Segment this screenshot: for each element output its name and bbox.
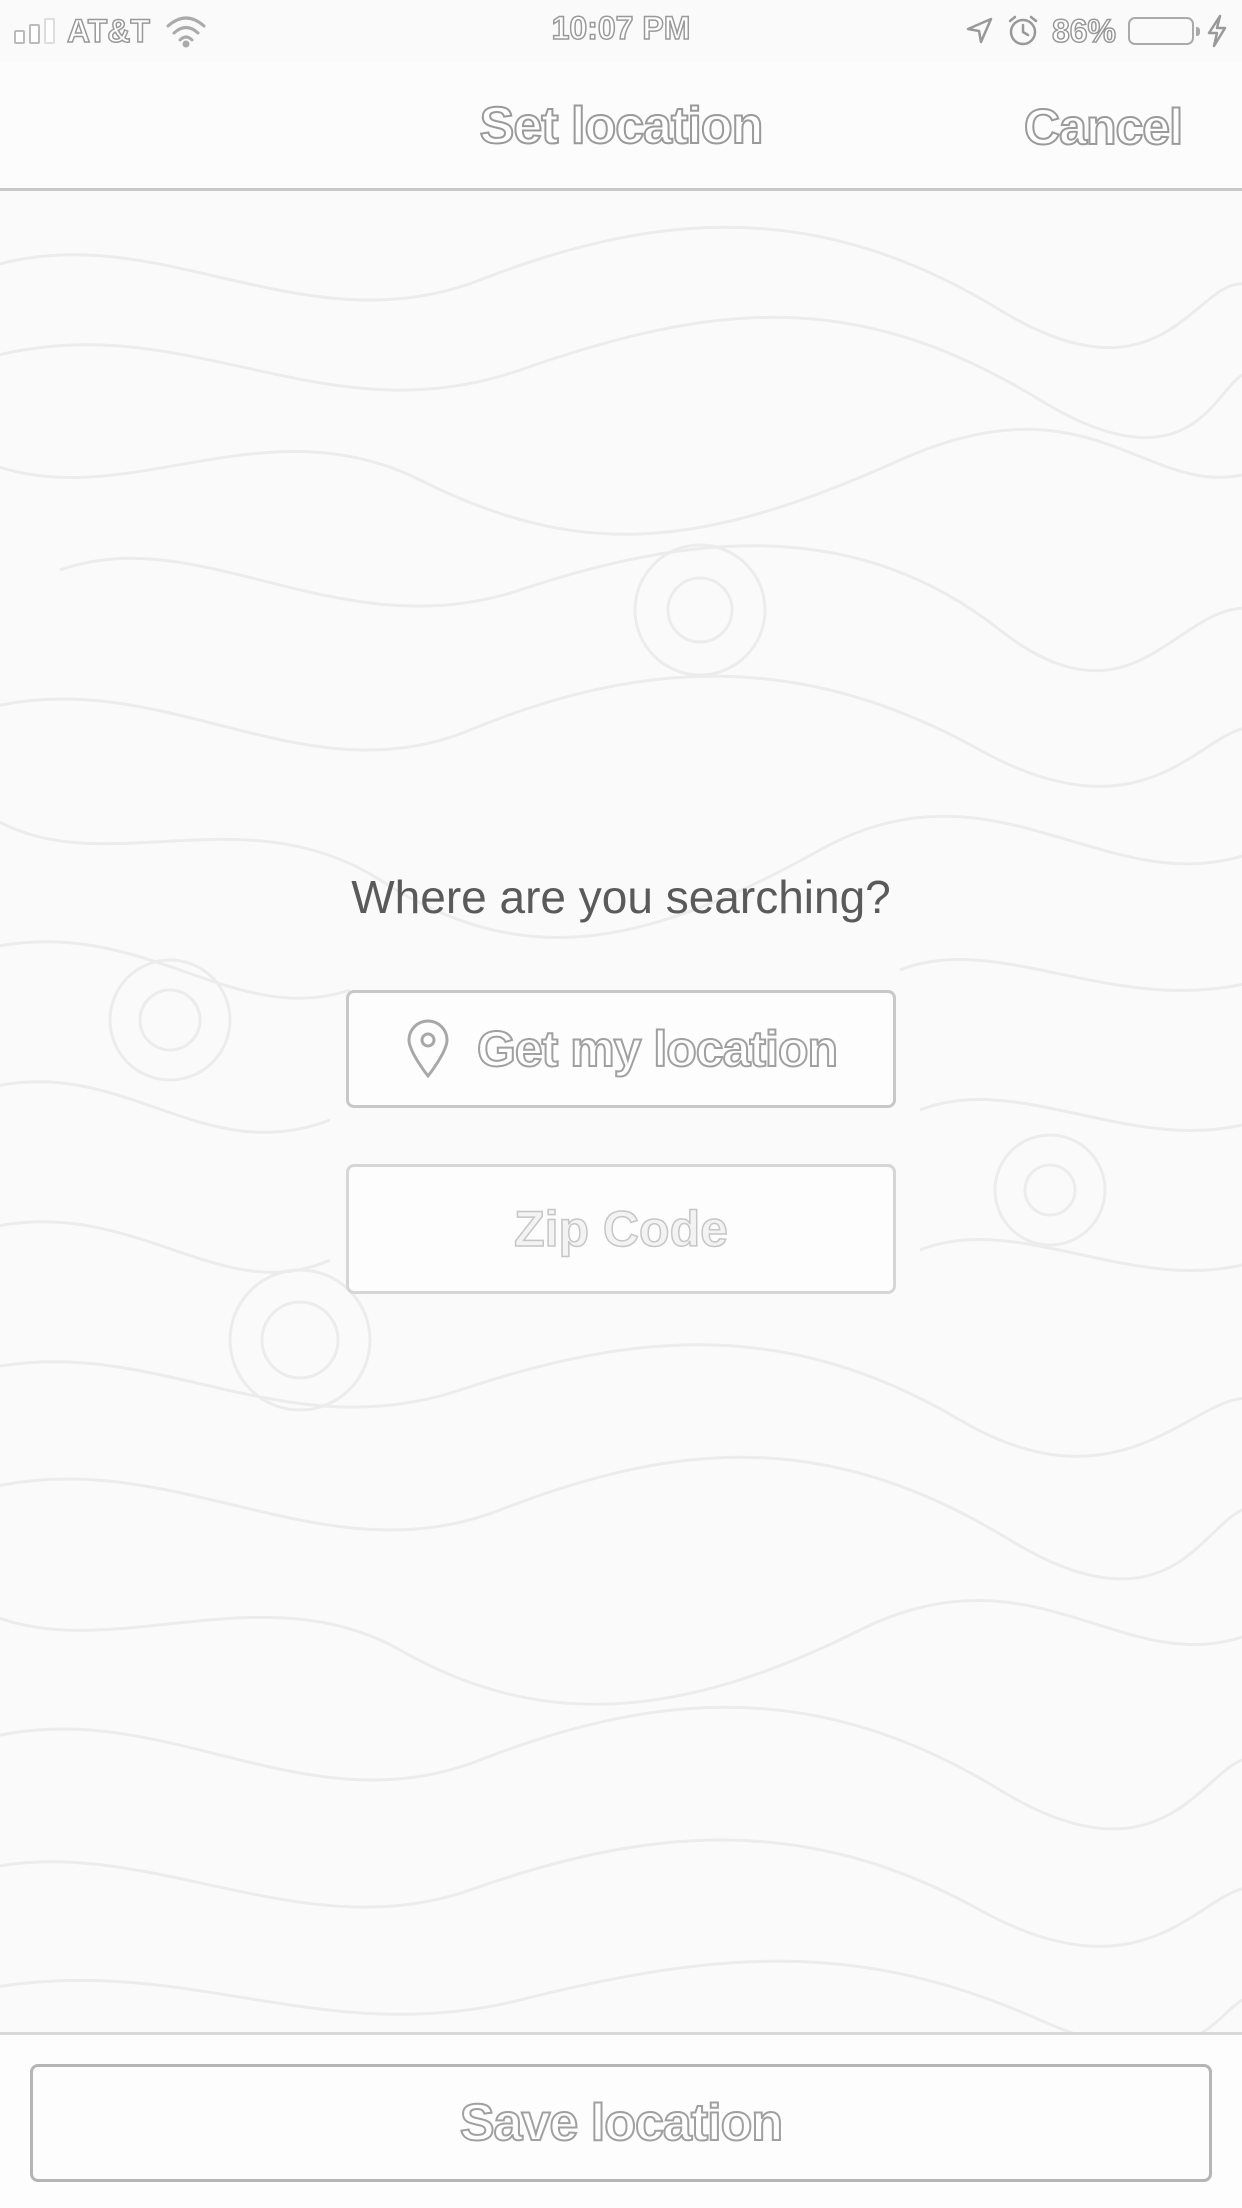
location-arrow-icon [966, 17, 993, 44]
battery-percent: 86% [1051, 12, 1117, 50]
map-pin-icon [407, 1019, 449, 1079]
alarm-icon [1008, 15, 1038, 46]
zip-code-input[interactable] [346, 1164, 896, 1294]
topographic-background [0, 190, 1242, 2032]
cancel-button[interactable]: Cancel [1023, 98, 1184, 156]
nav-bar: Set location Cancel [0, 62, 1242, 191]
status-bar: AT&T 10:07 PM 86% [0, 0, 1242, 62]
charging-icon [1207, 14, 1227, 48]
save-location-button[interactable]: Save location [30, 2064, 1212, 2182]
status-right: 86% [964, 10, 1228, 52]
battery-icon [1128, 17, 1200, 45]
footer: Save location [0, 2035, 1242, 2208]
search-prompt: Where are you searching? [351, 871, 891, 923]
get-my-location-label: Get my location [476, 1020, 839, 1078]
get-my-location-button[interactable]: Get my location [346, 990, 896, 1108]
